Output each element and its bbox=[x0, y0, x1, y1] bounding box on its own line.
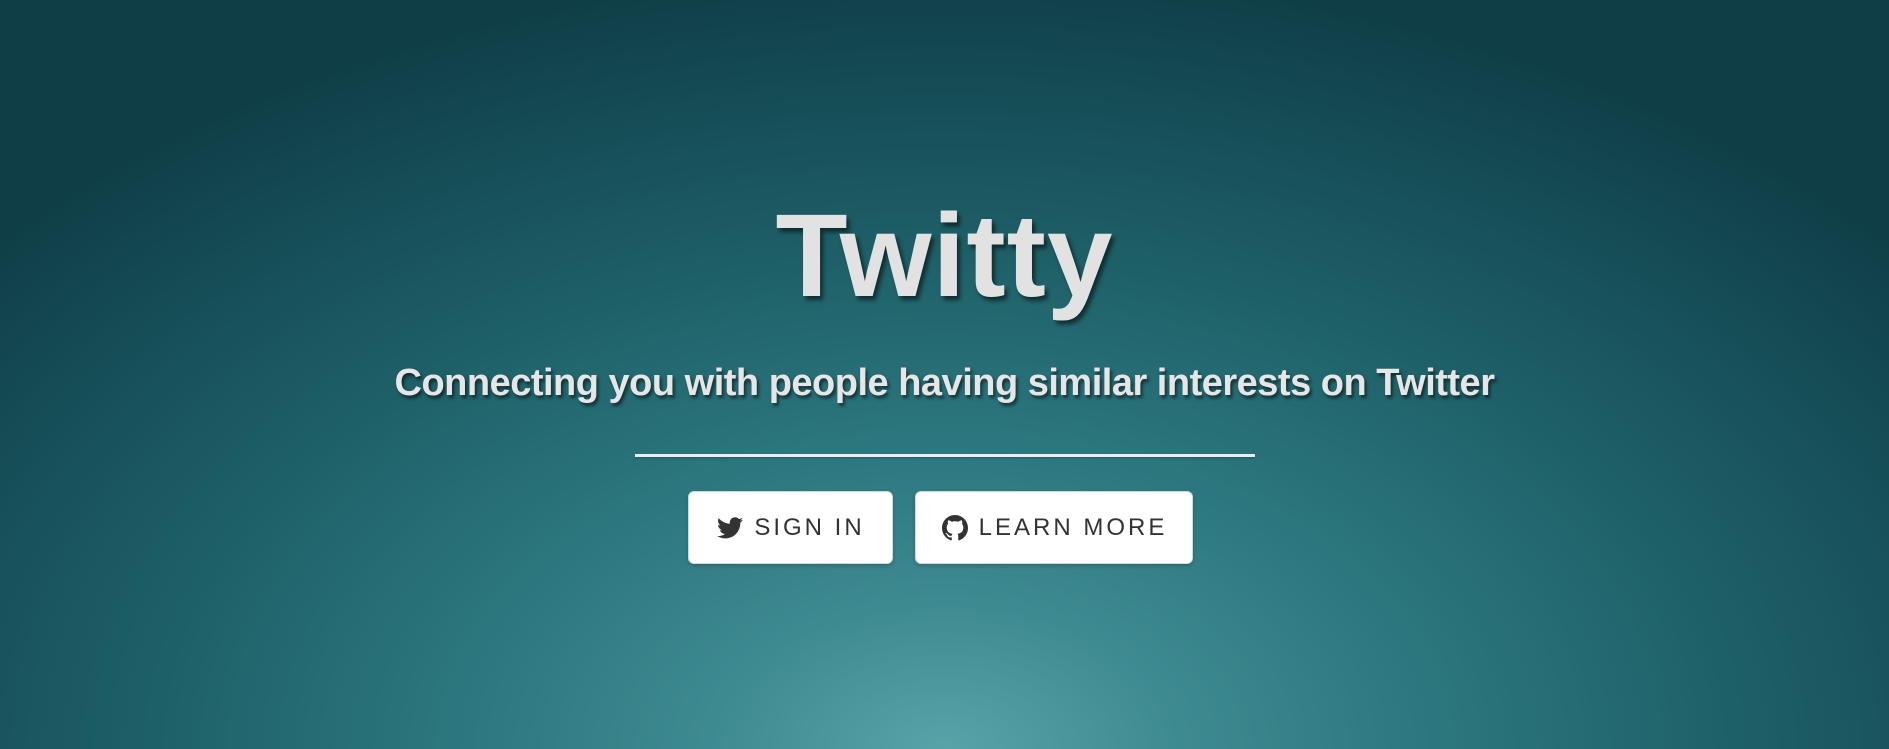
learn-more-button[interactable]: LEARN MORE bbox=[915, 491, 1193, 564]
divider bbox=[635, 454, 1255, 457]
twitter-bird-icon bbox=[716, 514, 744, 542]
sign-in-button[interactable]: SIGN IN bbox=[688, 491, 893, 564]
github-icon bbox=[941, 514, 969, 542]
hero-section: Twitty Connecting you with people having… bbox=[0, 0, 1889, 749]
page-title: Twitty bbox=[775, 190, 1114, 322]
learn-more-label: LEARN MORE bbox=[978, 513, 1168, 541]
page-subtitle: Connecting you with people having simila… bbox=[394, 362, 1495, 404]
sign-in-label: SIGN IN bbox=[754, 513, 865, 541]
